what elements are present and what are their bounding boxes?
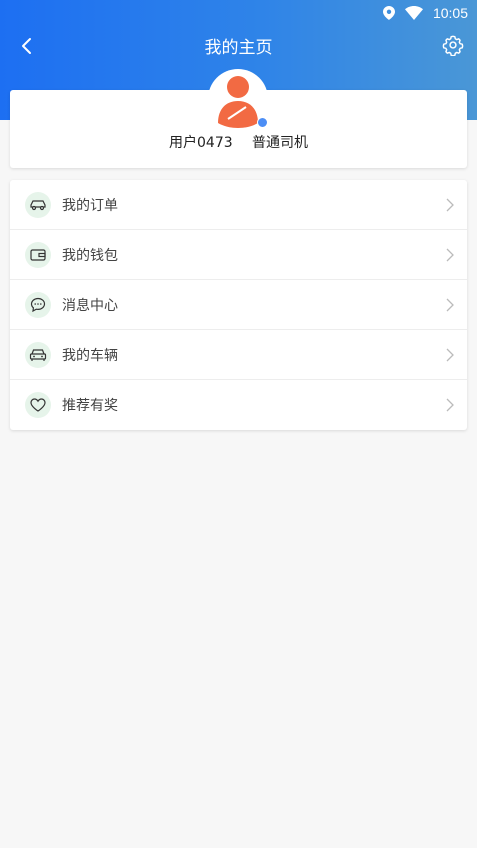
menu-item-wallet[interactable]: 我的钱包: [10, 230, 467, 280]
back-button[interactable]: [14, 34, 38, 58]
gear-icon: [442, 35, 464, 56]
menu-item-referral[interactable]: 推荐有奖: [10, 380, 467, 430]
status-bar: 10:05: [0, 0, 477, 26]
menu-item-label: 消息中心: [62, 297, 118, 314]
page-title: 我的主页: [204, 37, 273, 58]
chevron-left-icon: [22, 38, 31, 54]
chevron-right-icon: [446, 298, 454, 312]
location-icon: [382, 6, 395, 20]
menu-item-label: 我的车辆: [62, 347, 118, 364]
verified-badge-icon: [257, 117, 268, 128]
user-role: 普通司机: [252, 135, 308, 151]
car-icon: [25, 191, 51, 218]
wallet-icon: [25, 241, 51, 268]
chevron-right-icon: [446, 398, 454, 412]
chevron-right-icon: [446, 248, 454, 262]
status-time: 10:05: [432, 5, 468, 21]
vehicle-icon: [25, 341, 51, 368]
menu-item-vehicles[interactable]: 我的车辆: [10, 330, 467, 380]
chevron-right-icon: [446, 198, 454, 212]
menu-item-label: 我的钱包: [62, 247, 118, 264]
nav-bar: 我的主页: [0, 26, 477, 64]
settings-button[interactable]: [441, 33, 465, 57]
message-icon: [25, 291, 51, 318]
menu-item-messages[interactable]: 消息中心: [10, 280, 467, 330]
menu-item-label: 推荐有奖: [62, 398, 118, 414]
menu-list: 我的订单 我的钱包 消息中心 我的车辆 推荐有奖: [10, 180, 467, 430]
menu-item-orders[interactable]: 我的订单: [10, 180, 467, 230]
heart-icon: [25, 392, 51, 418]
chevron-right-icon: [446, 348, 454, 362]
menu-item-label: 我的订单: [62, 197, 118, 214]
user-name: 用户0473: [169, 135, 233, 151]
wifi-icon: [404, 6, 423, 20]
